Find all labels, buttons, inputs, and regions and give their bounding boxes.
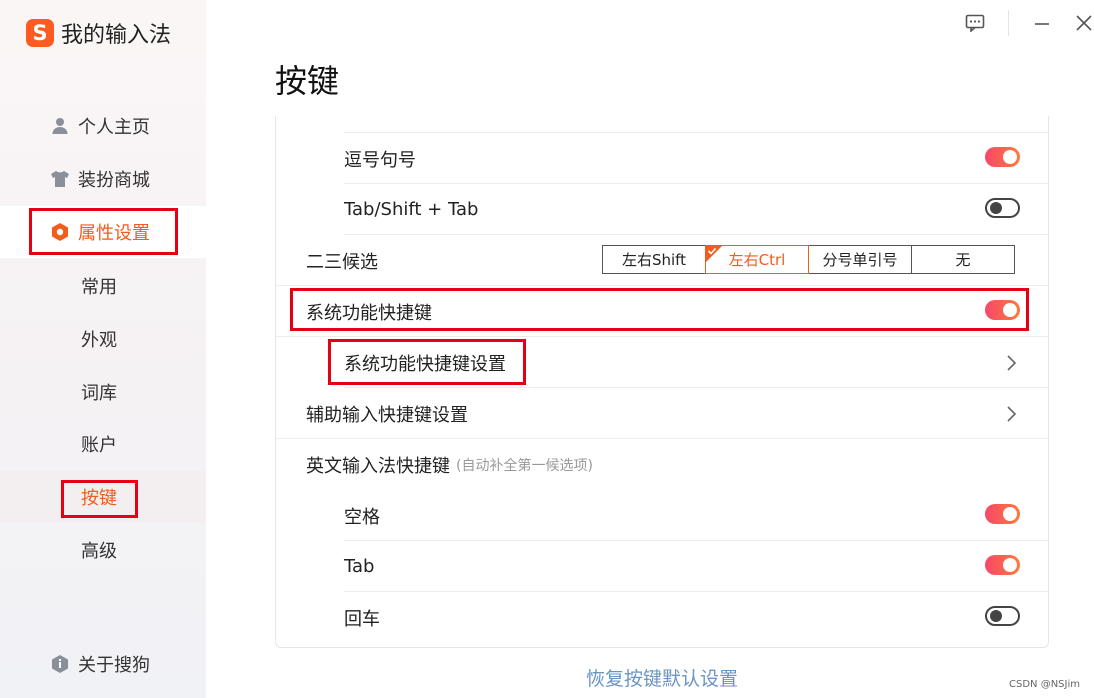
chevron-right-icon	[1007, 355, 1017, 371]
sidebar-item-label: 装扮商城	[78, 170, 150, 191]
sogou-logo-icon: S	[26, 19, 54, 47]
system-shortcut-toggle[interactable]	[985, 300, 1020, 320]
watermark: CSDN @NSJim	[1009, 679, 1080, 690]
comma-period-toggle[interactable]	[985, 147, 1020, 167]
setting-label: 辅助输入快捷键设置	[306, 404, 468, 426]
titlebar-divider	[1008, 10, 1009, 36]
setting-label: 逗号句号	[344, 149, 416, 171]
enter-toggle[interactable]	[985, 606, 1020, 626]
sidebar-item-about[interactable]: 关于搜狗	[0, 638, 206, 690]
sidebar-subitem-advanced[interactable]: 高级	[0, 524, 206, 576]
option-semicolon-quote[interactable]: 分号单引号	[808, 245, 912, 274]
sidebar-item-profile[interactable]: 个人主页	[0, 100, 206, 152]
sidebar-item-store[interactable]: 装扮商城	[0, 153, 206, 205]
setting-label: 系统功能快捷键	[306, 302, 432, 324]
sidebar-item-label: 词库	[81, 383, 117, 404]
sidebar-subitem-keys[interactable]: 按键	[0, 471, 206, 523]
setting-label: Tab/Shift + Tab	[344, 199, 479, 220]
page-title: 按键	[275, 62, 340, 100]
space-toggle[interactable]	[985, 504, 1020, 524]
setting-label: 二三候选	[306, 251, 378, 273]
sidebar-item-label: 账户	[81, 435, 117, 456]
settings-panel: 逗号句号 Tab/Shift + Tab 二三候选 左右Shift 左右Ctrl…	[275, 116, 1049, 648]
sidebar-item-label: 常用	[81, 277, 117, 298]
setting-row-system-shortcut-settings[interactable]: 系统功能快捷键设置	[276, 337, 1048, 388]
setting-row-second-third-candidate: 二三候选 左右Shift 左右Ctrl 分号单引号 无	[276, 235, 1048, 286]
tshirt-icon	[50, 169, 70, 189]
restore-defaults-link[interactable]: 恢复按键默认设置	[275, 664, 1049, 691]
minimize-icon[interactable]	[1031, 12, 1053, 34]
setting-row-system-shortcut: 系统功能快捷键	[276, 286, 1048, 337]
info-icon	[50, 654, 70, 674]
close-icon[interactable]	[1073, 12, 1094, 34]
second-third-segmented-control: 左右Shift 左右Ctrl 分号单引号 无	[602, 245, 1015, 274]
sidebar-subitem-dictionary[interactable]: 词库	[0, 366, 206, 418]
sidebar-item-label: 个人主页	[78, 117, 150, 138]
setting-row-english-shortcut: 英文输入法快捷键 (自动补全第一候选项)	[276, 439, 1048, 490]
setting-row-enter: 回车	[276, 592, 1048, 643]
chevron-right-icon	[1007, 406, 1017, 422]
sidebar-item-label: 属性设置	[78, 223, 150, 244]
sidebar-item-label: 高级	[81, 541, 117, 562]
setting-label: 英文输入法快捷键	[306, 455, 450, 477]
sidebar-item-label: 按键	[81, 488, 117, 509]
sidebar-item-label: 外观	[81, 330, 117, 351]
option-left-right-ctrl[interactable]: 左右Ctrl	[705, 245, 809, 274]
setting-row-tab-shift-tab: Tab/Shift + Tab	[276, 184, 1048, 235]
sidebar-subitem-common[interactable]: 常用	[0, 260, 206, 312]
tab-shift-tab-toggle[interactable]	[985, 198, 1020, 218]
person-icon	[50, 116, 70, 136]
setting-label: Tab	[344, 556, 375, 577]
selected-check-icon	[706, 246, 722, 262]
feedback-icon[interactable]	[964, 12, 986, 34]
sidebar: S 我的输入法 个人主页 装扮商城 属性设置 常用 外观 词库 账户 按键 高级…	[0, 0, 206, 698]
setting-label: 回车	[344, 608, 380, 630]
sidebar-subitem-appearance[interactable]: 外观	[0, 313, 206, 365]
sidebar-item-settings[interactable]: 属性设置	[0, 206, 206, 258]
tab-toggle[interactable]	[985, 555, 1020, 575]
setting-hint: (自动补全第一候选项)	[456, 457, 593, 474]
setting-label: 系统功能快捷键设置	[344, 353, 506, 375]
app-logo: S 我的输入法	[26, 17, 171, 49]
setting-row-space: 空格	[276, 490, 1048, 541]
sidebar-subitem-account[interactable]: 账户	[0, 418, 206, 470]
hexagon-settings-icon	[50, 222, 70, 242]
sidebar-item-label: 关于搜狗	[78, 655, 150, 676]
setting-label: 空格	[344, 506, 380, 528]
app-title: 我的输入法	[61, 23, 172, 48]
setting-row-tab: Tab	[276, 541, 1048, 592]
option-none[interactable]: 无	[911, 245, 1015, 274]
setting-row-assist-shortcut-settings[interactable]: 辅助输入快捷键设置	[276, 388, 1048, 439]
option-left-right-shift[interactable]: 左右Shift	[602, 245, 706, 274]
setting-row-comma-period: 逗号句号	[276, 133, 1048, 184]
